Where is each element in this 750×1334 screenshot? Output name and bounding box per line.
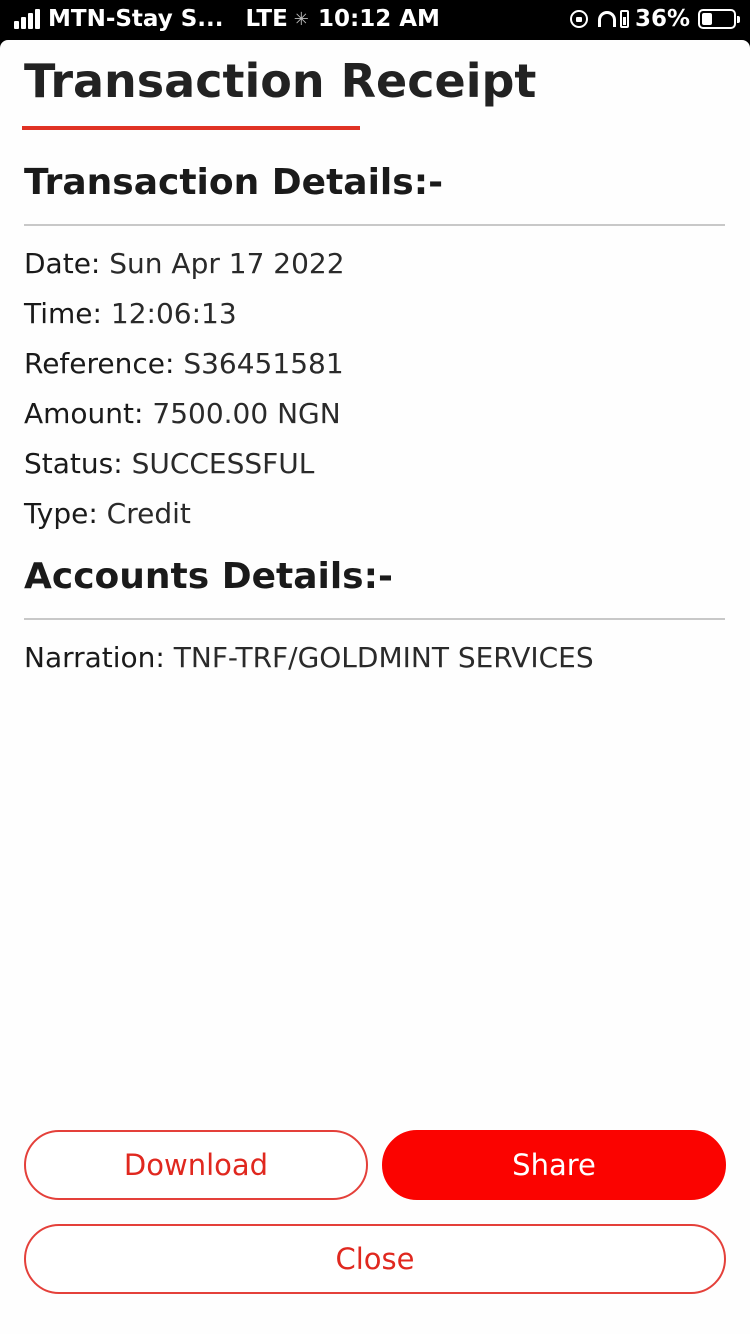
- loading-spinner-icon: ✳: [293, 8, 309, 30]
- orientation-lock-icon: [569, 10, 588, 28]
- detail-label: Time:: [24, 297, 102, 330]
- receipt-sheet: Transaction Receipt Transaction Details:…: [0, 40, 750, 1334]
- detail-row-reference: Reference: S36451581: [24, 347, 344, 380]
- detail-label: Narration:: [24, 641, 165, 674]
- title-underline: [22, 126, 360, 130]
- detail-value: Credit: [106, 497, 191, 530]
- detail-value: SUCCESSFUL: [131, 447, 315, 480]
- detail-row-narration: Narration: TNF-TRF/GOLDMINT SERVICES: [24, 641, 594, 674]
- detail-label: Date:: [24, 247, 101, 280]
- page-title: Transaction Receipt: [24, 54, 537, 108]
- accounts-details-heading: Accounts Details:-: [24, 556, 393, 597]
- detail-row-time: Time: 12:06:13: [24, 297, 237, 330]
- detail-label: Type:: [24, 497, 98, 530]
- detail-row-type: Type: Credit: [24, 497, 191, 530]
- detail-row-date: Date: Sun Apr 17 2022: [24, 247, 345, 280]
- detail-label: Reference:: [24, 347, 175, 380]
- divider: [24, 618, 725, 620]
- status-right: 36%: [569, 6, 740, 32]
- detail-value: S36451581: [183, 347, 344, 380]
- status-time: 10:12 AM: [318, 6, 440, 32]
- share-button[interactable]: Share: [382, 1130, 726, 1200]
- detail-value: 12:06:13: [110, 297, 237, 330]
- detail-value: Sun Apr 17 2022: [109, 247, 345, 280]
- network-type: LTE: [245, 6, 288, 32]
- detail-value: TNF-TRF/GOLDMINT SERVICES: [173, 641, 594, 674]
- battery-icon: [698, 9, 740, 29]
- headphones-battery-icon: [619, 10, 629, 28]
- headphones-icon: [597, 11, 616, 27]
- status-left: MTN-Stay S... LTE ✳: [14, 6, 323, 32]
- close-button[interactable]: Close: [24, 1224, 726, 1294]
- battery-percent: 36%: [634, 6, 690, 32]
- battery-fill: [702, 13, 713, 25]
- detail-value: 7500.00 NGN: [152, 397, 341, 430]
- download-button[interactable]: Download: [24, 1130, 368, 1200]
- transaction-details-heading: Transaction Details:-: [24, 162, 444, 203]
- signal-strength-icon: [14, 9, 42, 29]
- detail-label: Status:: [24, 447, 123, 480]
- divider: [24, 224, 725, 226]
- detail-row-amount: Amount: 7500.00 NGN: [24, 397, 341, 430]
- status-bar: MTN-Stay S... LTE ✳ 10:12 AM 36%: [0, 0, 750, 40]
- carrier-name: MTN-Stay S...: [48, 6, 224, 32]
- detail-row-status: Status: SUCCESSFUL: [24, 447, 314, 480]
- detail-label: Amount:: [24, 397, 144, 430]
